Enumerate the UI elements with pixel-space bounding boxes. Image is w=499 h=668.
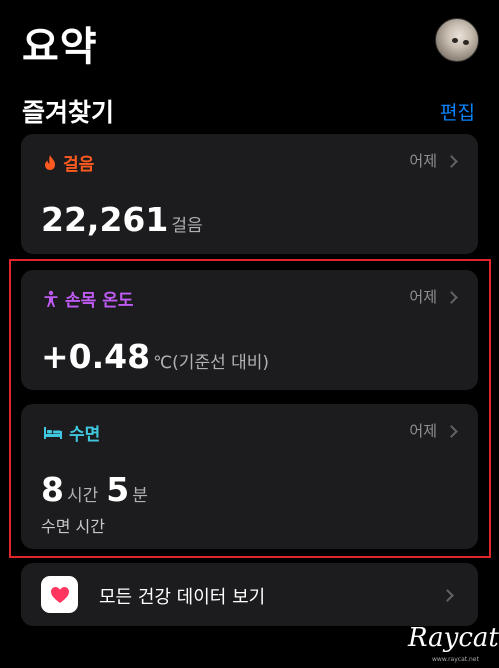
steps-when: 어제 <box>409 152 437 170</box>
steps-meta: 어제 <box>409 150 458 171</box>
steps-unit: 걸음 <box>171 216 203 236</box>
watermark: Raycat <box>408 623 499 653</box>
wrist-temp-metric: +0.48 ℃(기준선 대비) <box>41 337 269 376</box>
chevron-right-icon <box>441 589 454 602</box>
wrist-temp-header: 손목 온도 <box>43 286 133 311</box>
watermark-url: www.raycat.net <box>432 656 479 663</box>
all-health-data-button[interactable]: 모든 건강 데이터 보기 <box>21 563 478 626</box>
sleep-card[interactable]: 수면 어제 8 시간 5 분 수면 시간 <box>21 404 478 549</box>
sleep-hours: 8 <box>41 470 64 509</box>
wrist-temp-unit: ℃(기준선 대비) <box>153 353 270 373</box>
steps-label: 걸음 <box>63 155 95 175</box>
wrist-temp-label: 손목 온도 <box>65 291 134 311</box>
steps-value: 22,261 <box>41 200 169 239</box>
avatar[interactable] <box>435 18 479 62</box>
page-title: 요약 <box>22 24 98 70</box>
wrist-temp-card[interactable]: 손목 온도 어제 +0.48 ℃(기준선 대비) <box>21 270 478 390</box>
bed-icon <box>44 426 62 439</box>
person-icon <box>44 290 58 307</box>
steps-card[interactable]: 걸음 어제 22,261 걸음 <box>21 134 478 254</box>
sleep-metric: 8 시간 5 분 <box>41 470 148 509</box>
wrist-temp-when: 어제 <box>409 288 437 306</box>
sleep-hours-unit: 시간 <box>66 486 99 506</box>
chevron-right-icon <box>445 290 458 304</box>
sleep-minutes-unit: 분 <box>132 486 148 506</box>
avatar-eye <box>452 38 458 43</box>
avatar-eye <box>463 40 469 45</box>
steps-header: 걸음 <box>43 150 94 175</box>
heart-icon <box>41 576 78 613</box>
all-health-data-label: 모든 건강 데이터 보기 <box>99 587 266 608</box>
section-title: 즐겨찾기 <box>22 98 115 127</box>
chevron-right-icon <box>445 154 458 168</box>
flame-icon <box>45 155 55 170</box>
sleep-meta: 어제 <box>409 420 458 441</box>
sleep-when: 어제 <box>409 422 437 440</box>
sleep-label: 수면 <box>69 425 101 445</box>
steps-metric: 22,261 걸음 <box>41 200 203 239</box>
wrist-temp-meta: 어제 <box>409 286 458 307</box>
wrist-temp-value: +0.48 <box>41 337 151 376</box>
sleep-sub: 수면 시간 <box>41 517 105 536</box>
chevron-right-icon <box>445 424 458 438</box>
sleep-minutes: 5 <box>106 470 130 509</box>
sleep-header: 수면 <box>43 420 100 445</box>
edit-button[interactable]: 편집 <box>440 98 475 125</box>
